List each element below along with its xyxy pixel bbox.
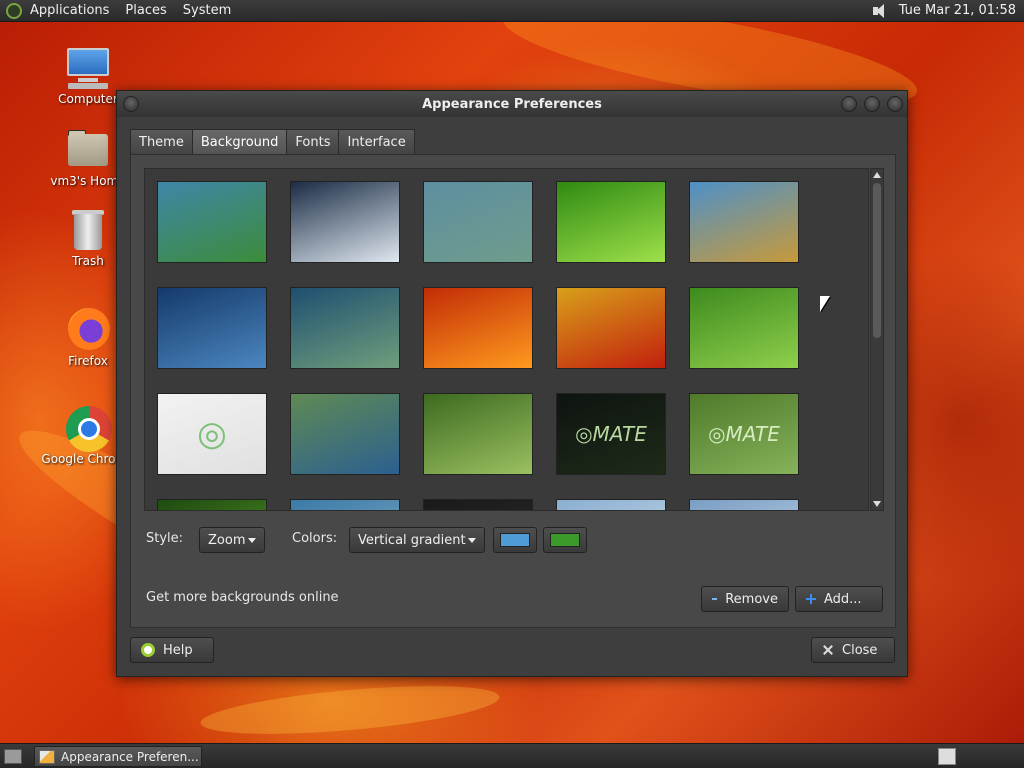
style-label: Style: <box>146 531 184 546</box>
wallpaper-thumbnail[interactable] <box>423 181 533 263</box>
remove-button[interactable]: Remove <box>701 586 789 612</box>
wallpaper-thumbnail[interactable] <box>290 499 400 510</box>
wallpaper-thumbnail[interactable] <box>689 181 799 263</box>
close-label: Close <box>842 642 878 658</box>
wallpaper-thumbnail[interactable] <box>157 499 267 510</box>
help-label: Help <box>163 642 193 658</box>
trash-icon <box>64 208 112 252</box>
primary-color-button[interactable] <box>493 527 537 553</box>
mate-logo-text: ◎MATE <box>708 422 780 446</box>
maximize-button[interactable] <box>864 96 880 112</box>
wallpaper-thumbnail[interactable] <box>689 287 799 369</box>
firefox-icon <box>64 308 112 352</box>
computer-icon <box>64 46 112 90</box>
window-titlebar[interactable]: Appearance Preferences <box>117 91 907 117</box>
wallpaper-thumbnail[interactable]: ◎MATE <box>556 393 666 475</box>
minimize-button[interactable] <box>841 96 857 112</box>
scroll-down-icon[interactable] <box>873 501 881 507</box>
wallpaper-thumbnail[interactable] <box>423 499 533 510</box>
appearance-app-icon <box>39 749 55 764</box>
gallery-scrollbar[interactable] <box>870 168 884 511</box>
style-value: Zoom <box>208 532 246 548</box>
remove-label: Remove <box>725 591 778 607</box>
secondary-color-button[interactable] <box>543 527 587 553</box>
mouse-pointer-icon <box>820 296 830 312</box>
mate-logo-icon[interactable] <box>6 2 22 19</box>
wallpaper-thumbnail[interactable] <box>157 181 267 263</box>
wallpaper-thumbnail[interactable] <box>689 499 799 510</box>
menu-places[interactable]: Places <box>125 3 166 18</box>
close-window-button[interactable] <box>887 96 903 112</box>
volume-icon[interactable] <box>871 3 889 19</box>
mate-logo-text: ◎MATE <box>575 422 647 446</box>
add-button[interactable]: Add... <box>795 586 883 612</box>
wallpaper-thumbnail[interactable]: ◎MATE <box>689 393 799 475</box>
tab-interface[interactable]: Interface <box>338 129 415 155</box>
task-label: Appearance Preferen... <box>61 749 199 764</box>
background-pane: ◎ ◎MATE ◎MATE Style: Zoom Colors: Vertical… <box>130 154 896 628</box>
wallpaper-thumbnail[interactable] <box>423 287 533 369</box>
show-desktop-icon[interactable] <box>4 749 22 764</box>
wallpaper-thumbnail[interactable] <box>556 287 666 369</box>
wallpaper-thumbnail[interactable] <box>290 181 400 263</box>
window-menu-button[interactable] <box>123 96 139 112</box>
appearance-preferences-window: Appearance Preferences Theme Background … <box>116 90 908 677</box>
online-backgrounds-link[interactable]: Get more backgrounds online <box>146 590 339 605</box>
tab-fonts[interactable]: Fonts <box>286 129 340 155</box>
close-button[interactable]: Close <box>811 637 895 663</box>
wallpaper-thumbnail[interactable] <box>290 393 400 475</box>
clock[interactable]: Tue Mar 21, 01:58 <box>899 3 1016 18</box>
wallpaper-thumbnail[interactable] <box>423 393 533 475</box>
wallpaper-thumbnail[interactable] <box>556 499 666 510</box>
tab-bar: Theme Background Fonts Interface <box>130 129 415 155</box>
secondary-color-swatch <box>550 533 580 547</box>
tab-background[interactable]: Background <box>191 129 288 155</box>
tab-theme[interactable]: Theme <box>130 129 193 155</box>
top-panel: Applications Places System Tue Mar 21, 0… <box>0 0 1024 22</box>
wallpaper-thumbnail[interactable] <box>556 181 666 263</box>
close-icon <box>822 644 834 656</box>
minus-icon <box>712 598 718 600</box>
window-title: Appearance Preferences <box>422 96 602 112</box>
workspace-switcher[interactable] <box>938 748 956 765</box>
wallpaper-thumbnail[interactable]: ◎ <box>157 393 267 475</box>
scroll-up-icon[interactable] <box>873 172 881 178</box>
chrome-icon <box>64 406 112 452</box>
mate-logo-text: ◎ <box>197 414 227 454</box>
chevron-down-icon <box>468 537 476 543</box>
help-icon <box>141 643 155 657</box>
wallpaper-thumbnail[interactable] <box>157 287 267 369</box>
help-button[interactable]: Help <box>130 637 214 663</box>
scroll-thumb[interactable] <box>873 183 881 338</box>
colors-select[interactable]: Vertical gradient <box>349 527 485 553</box>
menu-applications[interactable]: Applications <box>30 3 109 18</box>
wallpaper-thumbnail[interactable] <box>290 287 400 369</box>
colors-label: Colors: <box>292 531 338 546</box>
plus-icon <box>806 594 816 604</box>
wallpaper-petal <box>198 677 502 743</box>
bottom-panel: Appearance Preferen... <box>0 743 1024 768</box>
chevron-down-icon <box>248 537 256 543</box>
home-folder-icon <box>64 128 112 172</box>
add-label: Add... <box>824 591 862 607</box>
wallpaper-gallery[interactable]: ◎ ◎MATE ◎MATE <box>144 168 869 511</box>
colors-value: Vertical gradient <box>358 532 466 548</box>
style-select[interactable]: Zoom <box>199 527 265 553</box>
taskbar-appearance-preferences[interactable]: Appearance Preferen... <box>34 746 202 767</box>
primary-color-swatch <box>500 533 530 547</box>
menu-system[interactable]: System <box>183 3 231 18</box>
